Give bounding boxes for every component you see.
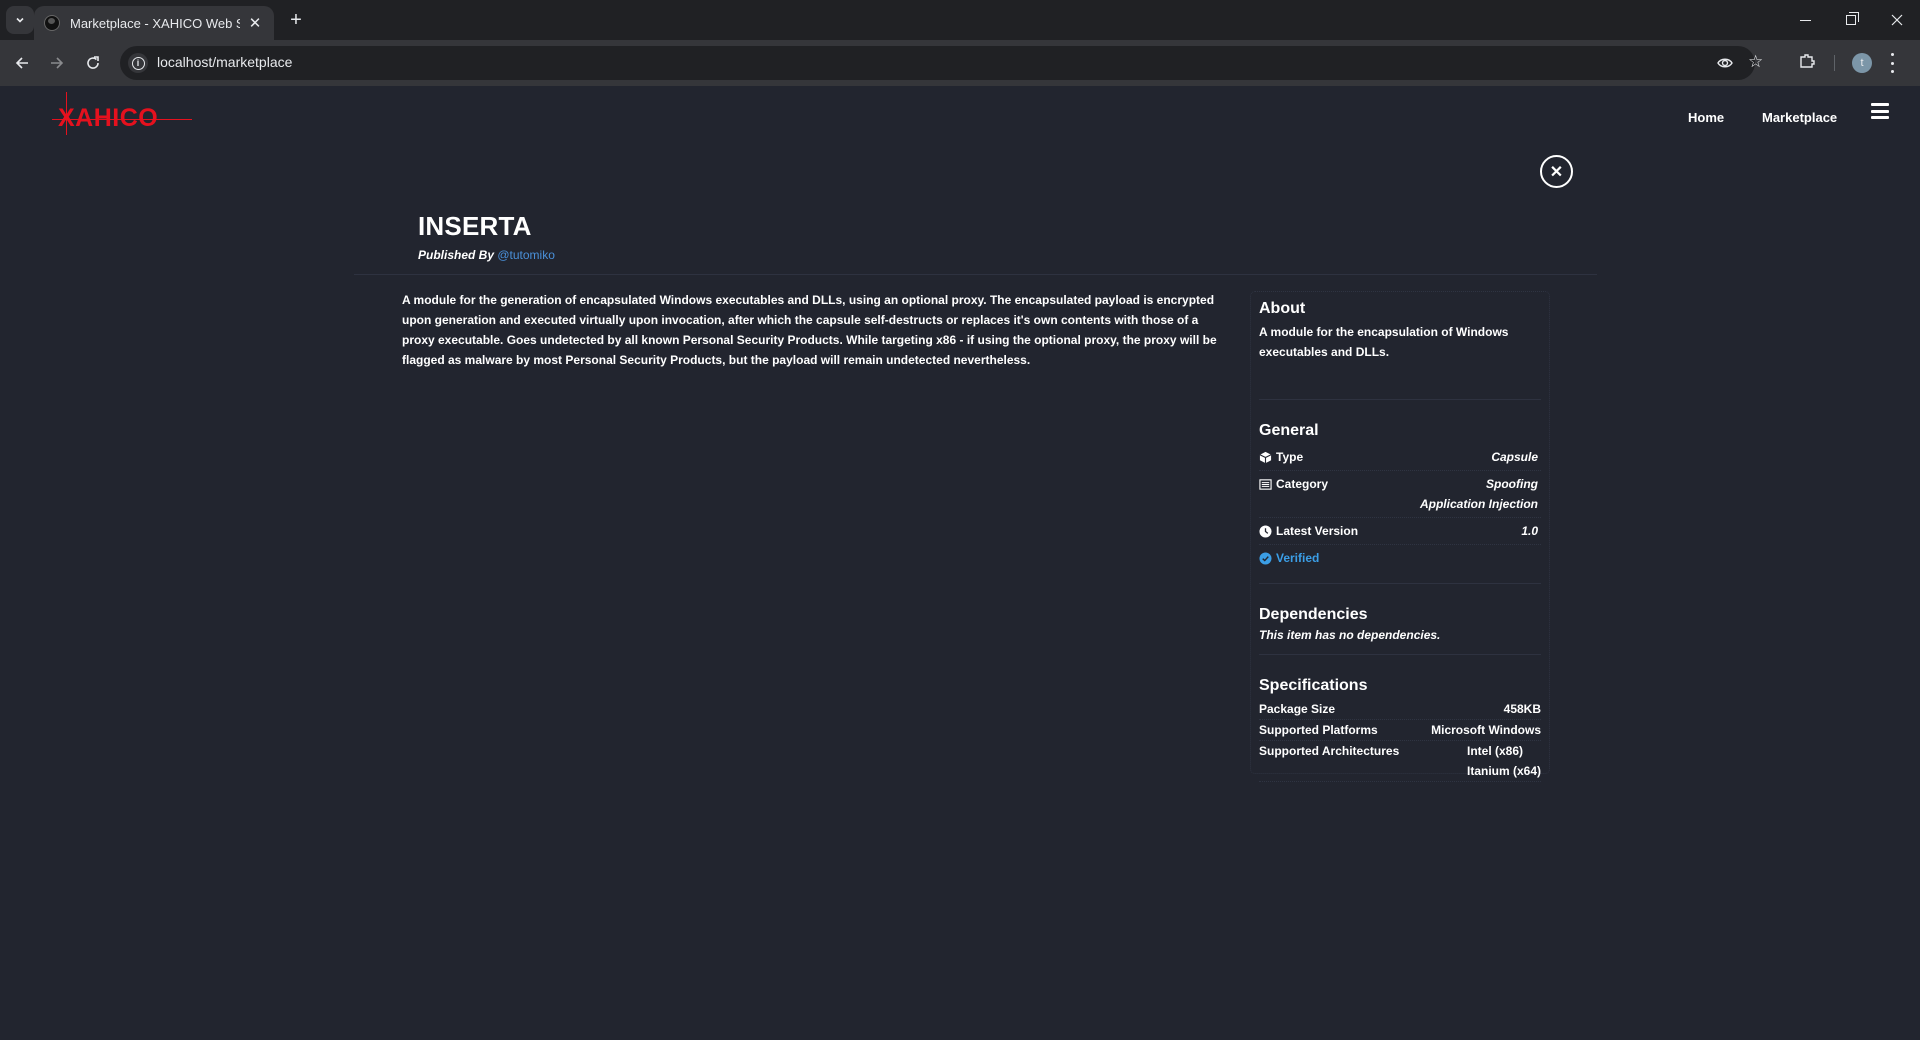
bar <box>1871 103 1889 106</box>
category-values: Spoofing Application Injection <box>1420 474 1538 514</box>
type-label: Type <box>1276 450 1304 464</box>
dependencies-section: Dependencies This item has no dependenci… <box>1259 584 1541 655</box>
restore-button[interactable] <box>1828 6 1874 34</box>
nav-home-link[interactable]: Home <box>1688 110 1724 125</box>
minimize-icon <box>1799 19 1811 21</box>
site-logo[interactable]: XAHICO <box>52 92 192 136</box>
spec-row: Supported Architectures Intel (x86) Itan… <box>1259 741 1541 782</box>
published-by-label: Published By <box>418 248 495 262</box>
about-text: A module for the encapsulation of Window… <box>1259 325 1509 359</box>
verified-check-icon <box>1259 551 1272 565</box>
bar <box>1871 116 1889 119</box>
version-row: Latest Version 1.0 <box>1259 518 1541 545</box>
spec-values: Intel (x86) Itanium (x64) <box>1467 741 1541 781</box>
category-row: Category Spoofing Application Injection <box>1259 471 1541 518</box>
eye-icon[interactable] <box>1717 55 1733 71</box>
item-info-panel: About A module for the encapsulation of … <box>1250 291 1550 782</box>
restore-icon <box>1846 12 1859 25</box>
back-button[interactable] <box>8 49 36 77</box>
dependencies-heading: Dependencies <box>1259 606 1368 623</box>
tab-title: Marketplace - XAHICO Web Sol <box>70 15 240 31</box>
spec-label: Supported Platforms <box>1259 723 1378 737</box>
spec-value: Microsoft Windows <box>1431 723 1541 737</box>
site-info-button[interactable]: i <box>128 53 148 73</box>
hamburger-menu-icon[interactable] <box>1871 103 1889 119</box>
spec-label: Package Size <box>1259 702 1336 716</box>
browser-titlebar: Marketplace - XAHICO Web Sol ✕ + <box>0 0 1920 40</box>
tab-close-icon[interactable]: ✕ <box>246 14 264 32</box>
bar <box>1871 109 1889 113</box>
type-value: Capsule <box>1491 450 1538 464</box>
version-value: 1.0 <box>1521 524 1538 538</box>
info-icon: i <box>131 56 145 70</box>
minimize-button[interactable] <box>1782 6 1828 34</box>
list-icon <box>1259 478 1272 490</box>
spec-row: Package Size 458KB <box>1259 699 1541 720</box>
dot <box>1890 53 1894 56</box>
general-section: General Type Capsule Category Spoofing A… <box>1259 400 1541 584</box>
type-row: Type Capsule <box>1259 444 1541 471</box>
general-heading: General <box>1259 422 1319 439</box>
about-section: About A module for the encapsulation of … <box>1259 300 1541 400</box>
spec-value: 458KB <box>1503 702 1541 716</box>
nav-marketplace-link[interactable]: Marketplace <box>1762 110 1837 125</box>
arrow-left-icon <box>15 57 28 69</box>
spec-label: Supported Architectures <box>1259 744 1400 758</box>
spec-value: Itanium (x64) <box>1466 764 1541 778</box>
browser-menu-button[interactable] <box>1889 53 1895 73</box>
browser-tab[interactable]: Marketplace - XAHICO Web Sol ✕ <box>34 6 274 40</box>
globe-icon <box>44 15 60 31</box>
verified-row: Verified <box>1259 545 1541 571</box>
specifications-section: Specifications Package Size 458KB Suppor… <box>1259 655 1541 794</box>
reload-icon <box>87 56 99 69</box>
dot <box>1890 61 1894 65</box>
address-bar[interactable]: i localhost/marketplace ☆ <box>120 46 1763 80</box>
cube-icon <box>1259 451 1272 463</box>
about-heading: About <box>1259 300 1306 317</box>
publisher-link[interactable]: @tutomiko <box>497 248 555 262</box>
category-value: Application Injection <box>1419 497 1538 511</box>
arrow-right-icon <box>51 57 64 69</box>
forward-button[interactable] <box>43 49 71 77</box>
dot <box>1890 70 1894 73</box>
item-description: A module for the generation of encapsula… <box>402 293 1217 367</box>
close-window-button[interactable] <box>1874 6 1920 34</box>
version-label: Latest Version <box>1276 524 1359 538</box>
clock-icon <box>1259 524 1272 538</box>
header-divider <box>354 274 1597 275</box>
close-item-button[interactable]: ✕ <box>1540 155 1573 188</box>
close-icon <box>1891 14 1903 26</box>
url-text[interactable]: localhost/marketplace <box>157 54 292 70</box>
extensions-icon[interactable] <box>1799 53 1815 69</box>
spec-value: Intel (x86) <box>1466 744 1523 758</box>
category-value: Spoofing <box>1486 477 1538 491</box>
page: XAHICO Home Marketplace ✕ INSERTA Publis… <box>0 86 1920 1040</box>
logo-crosshair-h <box>52 119 192 120</box>
specifications-heading: Specifications <box>1259 677 1368 694</box>
logo-crosshair-v <box>66 92 67 135</box>
toolbar-divider <box>1834 55 1835 71</box>
reload-button[interactable] <box>79 49 107 77</box>
bookmark-star-icon[interactable]: ☆ <box>1748 52 1763 72</box>
publisher-line: Published By @tutomiko <box>418 248 555 262</box>
spec-row: Supported Platforms Microsoft Windows <box>1259 720 1541 741</box>
category-label: Category <box>1276 477 1329 491</box>
profile-avatar[interactable]: t <box>1852 53 1872 73</box>
new-tab-button[interactable]: + <box>283 8 309 34</box>
dependencies-text: This item has no dependencies. <box>1259 628 1441 642</box>
verified-label: Verified <box>1276 551 1320 565</box>
tab-search-button[interactable] <box>6 6 34 34</box>
chevron-down-icon <box>16 17 24 23</box>
item-title: INSERTA <box>418 211 532 241</box>
browser-toolbar: i localhost/marketplace ☆ t <box>0 40 1920 86</box>
